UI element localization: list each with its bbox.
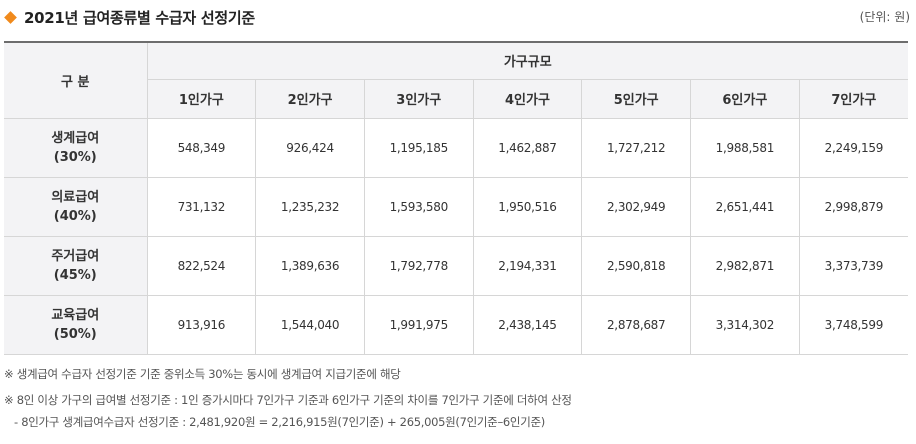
unit-label: (단위: 원) (859, 10, 910, 24)
benefit-percent: (45%) (53, 267, 97, 283)
benefit-name: 주거급여 (51, 248, 100, 264)
row-header: 의료급여 (40%) (4, 177, 148, 237)
table-cell: 1,235,232 (255, 177, 365, 237)
table-cell: 2,249,159 (798, 118, 908, 178)
column-header: 5인가구 (581, 79, 691, 119)
row-header: 생계급여 (30%) (4, 118, 148, 178)
table-row: 주거급여 (45%) 822,524 1,389,636 1,792,778 2… (4, 236, 908, 296)
table-cell: 1,988,581 (690, 118, 800, 178)
table-cell: 2,590,818 (581, 236, 691, 296)
footnote-1: ※ 생계급여 수급자 선정기준 기준 중위소득 30%는 동시에 생계급여 지급… (4, 367, 401, 381)
criteria-table: 구 분 가구규모 1인가구 2인가구 3인가구 4인가구 5인가구 6인가구 7… (4, 41, 908, 355)
row-header: 교육급여 (50%) (4, 295, 148, 355)
table-cell: 1,950,516 (472, 177, 582, 237)
benefit-percent: (30%) (53, 149, 97, 165)
table-cell: 913,916 (147, 295, 256, 355)
table-cell: 731,132 (147, 177, 256, 237)
table-cell: 1,195,185 (363, 118, 474, 178)
bullet-diamond-icon (4, 11, 17, 24)
table-cell: 1,991,975 (363, 295, 474, 355)
table-cell: 1,462,887 (472, 118, 582, 178)
benefit-name: 의료급여 (51, 189, 100, 205)
table-cell: 2,302,949 (581, 177, 691, 237)
gubun-header: 구 분 (4, 41, 148, 119)
column-header: 2인가구 (255, 79, 365, 119)
benefit-name: 교육급여 (51, 307, 100, 323)
household-size-header: 가구규모 (147, 41, 908, 80)
table-cell: 822,524 (147, 236, 256, 296)
table-cell: 2,194,331 (472, 236, 582, 296)
column-header: 6인가구 (690, 79, 800, 119)
table-cell: 2,438,145 (472, 295, 582, 355)
table-cell: 926,424 (255, 118, 365, 178)
table-cell: 2,982,871 (690, 236, 800, 296)
table-cell: 1,544,040 (255, 295, 365, 355)
table-cell: 2,998,879 (798, 177, 908, 237)
table-cell: 3,373,739 (798, 236, 908, 296)
table-cell: 1,389,636 (255, 236, 365, 296)
table-cell: 548,349 (147, 118, 256, 178)
column-header: 3인가구 (363, 79, 474, 119)
page-title: 2021년 급여종류별 수급자 선정기준 (24, 9, 255, 27)
benefit-percent: (40%) (53, 208, 97, 224)
table-row: 의료급여 (40%) 731,132 1,235,232 1,593,580 1… (4, 177, 908, 237)
table-cell: 2,651,441 (690, 177, 800, 237)
table-cell: 3,314,302 (690, 295, 800, 355)
table-cell: 2,878,687 (581, 295, 691, 355)
footnote-2: ※ 8인 이상 가구의 급여별 선정기준 : 1인 증가시마다 7인가구 기준과… (4, 393, 572, 407)
title-bar: 2021년 급여종류별 수급자 선정기준 (단위: 원) (0, 0, 916, 34)
table-row: 교육급여 (50%) 913,916 1,544,040 1,991,975 2… (4, 295, 908, 355)
table-cell: 1,792,778 (363, 236, 474, 296)
footnote-3: - 8인가구 생계급여수급자 선정기준 : 2,481,920원 = 2,216… (14, 415, 545, 429)
table-cell: 1,727,212 (581, 118, 691, 178)
row-header: 주거급여 (45%) (4, 236, 148, 296)
column-header: 1인가구 (147, 79, 256, 119)
column-header: 4인가구 (472, 79, 582, 119)
benefit-name: 생계급여 (51, 130, 100, 146)
column-header: 7인가구 (798, 79, 908, 119)
benefit-percent: (50%) (53, 326, 97, 342)
table-row: 생계급여 (30%) 548,349 926,424 1,195,185 1,4… (4, 118, 908, 178)
table-cell: 3,748,599 (798, 295, 908, 355)
table-cell: 1,593,580 (363, 177, 474, 237)
